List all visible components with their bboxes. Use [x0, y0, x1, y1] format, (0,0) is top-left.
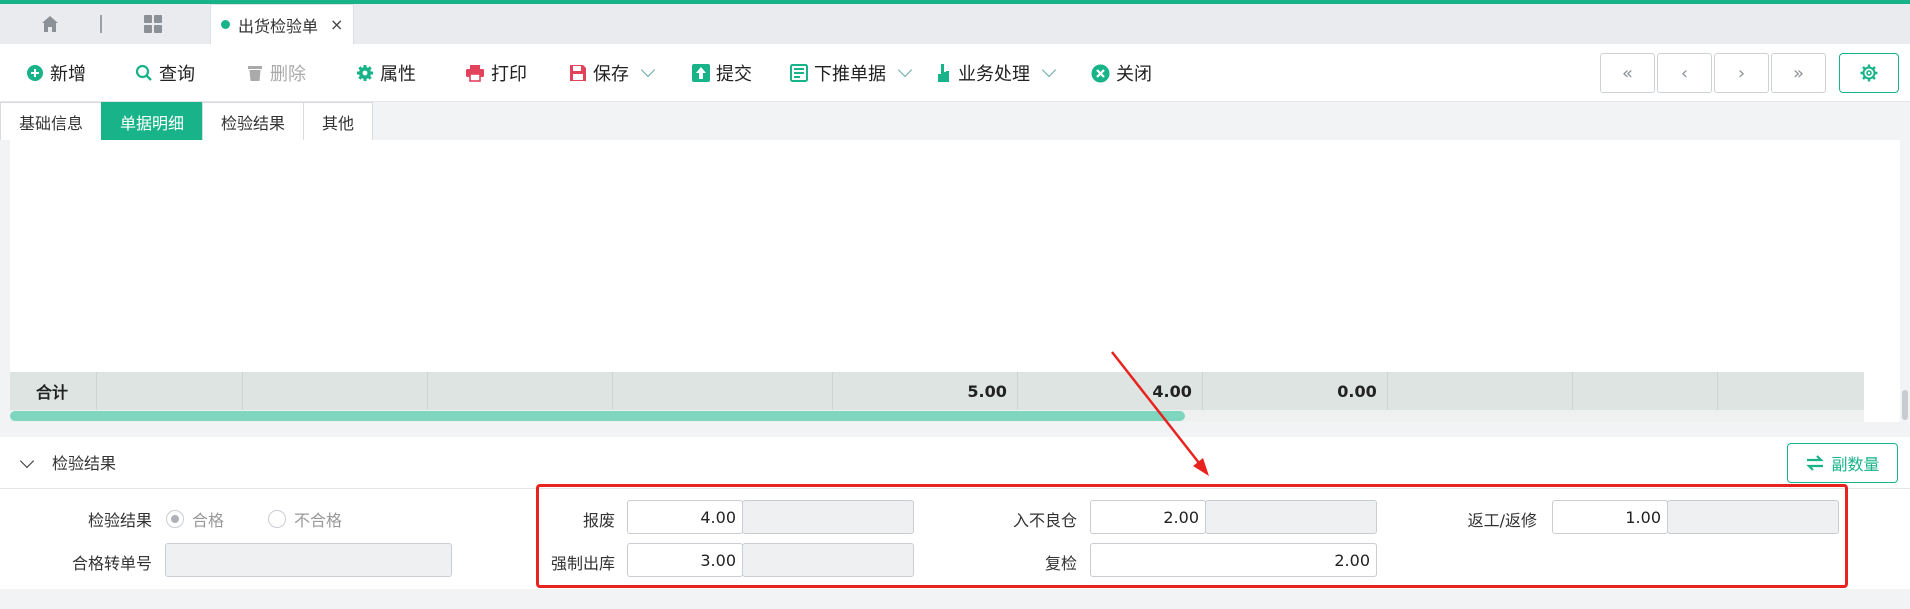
tab-basic-info[interactable]: 基础信息: [0, 102, 103, 140]
summary-total-3: 0.00: [1203, 372, 1388, 410]
inspection-result-header: 检验结果 副数量: [0, 437, 1910, 489]
transfer-no-field[interactable]: [165, 543, 452, 577]
query-button[interactable]: 查询: [135, 44, 195, 102]
save-disk-icon: [570, 65, 586, 81]
section-title: 检验结果: [52, 454, 117, 473]
radio-pass[interactable]: 合格: [166, 507, 224, 531]
radio-unchecked-icon: [268, 510, 286, 528]
tab-label: 出货检验单: [238, 16, 319, 36]
close-circle-icon: [1091, 64, 1110, 82]
apps-tab[interactable]: [102, 4, 204, 44]
home-icon: [42, 16, 58, 32]
transfer-no-label: 合格转单号: [71, 554, 152, 573]
delete-button[interactable]: 删除: [246, 44, 306, 102]
summary-cell: [1718, 372, 1864, 410]
highlight-box: [536, 484, 1848, 588]
radio-fail-label: 不合格: [294, 511, 343, 530]
vertical-scrollbar[interactable]: [1902, 390, 1908, 420]
summary-label: 合计: [10, 372, 98, 410]
upload-icon: [692, 64, 710, 82]
summary-cell: [97, 372, 243, 410]
summary-cell: [428, 372, 613, 410]
home-tab[interactable]: [0, 4, 100, 44]
secondary-quantity-button[interactable]: 副数量: [1787, 443, 1898, 483]
swap-arrows-icon: [1806, 455, 1825, 471]
document-list-icon: [790, 64, 808, 82]
add-label: 新增: [50, 64, 86, 85]
record-navigation: « ‹ › »: [1600, 53, 1826, 93]
close-label: 关闭: [1116, 64, 1152, 85]
save-button[interactable]: 保存: [569, 44, 657, 102]
trash-icon: [248, 66, 262, 81]
printer-icon: [466, 65, 484, 82]
search-icon: [135, 64, 152, 81]
chevron-down-icon: [897, 62, 913, 78]
settings-button[interactable]: [1839, 53, 1899, 93]
summary-total-2: 4.00: [1018, 372, 1203, 410]
radio-checked-icon: [166, 510, 184, 528]
chevron-down-icon: [1041, 62, 1057, 78]
first-record-button[interactable]: «: [1600, 53, 1655, 93]
tab-document-details[interactable]: 单据明细: [101, 102, 204, 140]
save-label: 保存: [593, 64, 629, 85]
query-label: 查询: [159, 64, 195, 85]
close-tab-icon[interactable]: ×: [330, 15, 343, 34]
business-button[interactable]: 业务处理: [936, 44, 1058, 102]
delete-label: 删除: [270, 64, 306, 85]
pointer-hand-icon: [938, 64, 949, 82]
tab-inspection-results[interactable]: 检验结果: [202, 102, 305, 140]
close-button[interactable]: 关闭: [1091, 44, 1152, 102]
tab-other[interactable]: 其他: [303, 102, 374, 140]
radio-fail[interactable]: 不合格: [268, 507, 342, 531]
chevron-down-icon: [640, 62, 656, 78]
add-button[interactable]: 新增: [26, 44, 86, 102]
radio-pass-label: 合格: [192, 511, 225, 530]
gear-icon: [1860, 64, 1878, 82]
print-button[interactable]: 打印: [465, 44, 527, 102]
prev-record-button[interactable]: ‹: [1657, 53, 1712, 93]
tabs-bar: 出货检验单 ×: [0, 4, 1910, 44]
plus-circle-icon: [27, 65, 43, 81]
grid-icon: [144, 15, 162, 33]
gear-icon: [357, 65, 373, 81]
detail-tabs: 基础信息 单据明细 检验结果 其他: [0, 102, 374, 140]
summary-cell: [613, 372, 833, 410]
toolbar: 新增 查询 删除 属性 打印 保存 提交 下推单据 业务处理 关闭 « ‹ › …: [0, 44, 1910, 102]
properties-button[interactable]: 属性: [356, 44, 416, 102]
properties-label: 属性: [380, 64, 416, 85]
print-label: 打印: [491, 64, 527, 85]
summary-cell: [1388, 372, 1573, 410]
summary-total-1: 5.00: [833, 372, 1018, 410]
next-record-button[interactable]: ›: [1714, 53, 1769, 93]
submit-label: 提交: [716, 64, 752, 85]
push-down-label: 下推单据: [814, 64, 886, 85]
result-label: 检验结果: [87, 511, 152, 530]
tab-shipment-inspection[interactable]: 出货检验单 ×: [210, 4, 355, 44]
bottom-strip: [0, 589, 1910, 609]
summary-cell: [243, 372, 428, 410]
horizontal-scrollbar-thumb[interactable]: [10, 411, 1185, 421]
summary-row: 合计 5.00 4.00 0.00: [10, 372, 1864, 410]
summary-cell: [1573, 372, 1719, 410]
submit-button[interactable]: 提交: [692, 44, 752, 102]
business-label: 业务处理: [958, 64, 1030, 85]
secondary-quantity-label: 副数量: [1831, 455, 1880, 474]
active-dot-icon: [221, 20, 230, 29]
last-record-button[interactable]: »: [1771, 53, 1826, 93]
push-down-button[interactable]: 下推单据: [790, 44, 914, 102]
chevron-down-icon[interactable]: [19, 453, 35, 469]
